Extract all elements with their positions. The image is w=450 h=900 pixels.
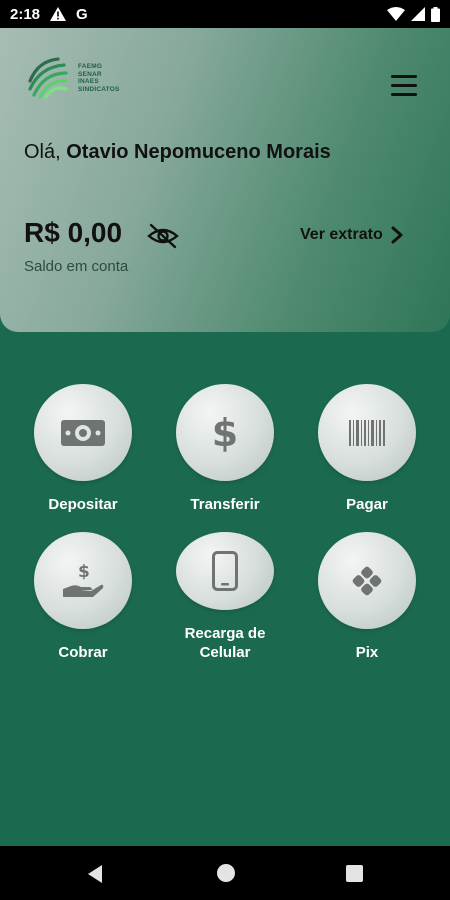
action-pay-label: Pagar — [346, 496, 388, 513]
greeting-prefix: Olá, — [24, 141, 67, 163]
hide-balance-icon[interactable] — [146, 222, 180, 250]
action-transfer-circle: $ — [176, 384, 274, 481]
chevron-right-icon — [391, 226, 403, 244]
action-charge-circle: $ — [34, 532, 132, 629]
brand-logo: FAEMG SENAR INAES SINDICATOS — [24, 54, 144, 102]
greeting: Olá, Otavio Nepomuceno Morais — [24, 141, 331, 164]
user-name: Otavio Nepomuceno Morais — [66, 141, 331, 163]
battery-icon — [431, 6, 440, 22]
account-balance: R$ 0,00 — [24, 217, 123, 248]
account-header-card: FAEMG SENAR INAES SINDICATOS Olá, Otavio Ne… — [0, 28, 450, 332]
status-bar: 2:18 G — [0, 0, 450, 28]
menu-button[interactable] — [386, 68, 422, 102]
logo-text: FAEMG SENAR INAES SINDICATOS — [78, 63, 120, 93]
menu-icon-bar — [391, 74, 417, 78]
action-mobile-topup[interactable]: Recarga de Celular — [165, 532, 285, 662]
wifi-icon — [387, 7, 405, 21]
balance-label: Saldo em conta — [24, 258, 129, 275]
action-charge[interactable]: $ Cobrar — [23, 532, 143, 662]
action-pix-label: Pix — [355, 644, 379, 661]
home-icon[interactable] — [217, 864, 235, 882]
view-statement-label: Ver extrato — [300, 226, 383, 243]
action-pay-circle — [318, 384, 416, 481]
status-time: 2:18 — [10, 5, 41, 23]
svg-text:$: $ — [78, 562, 90, 582]
action-pay[interactable]: Pagar — [307, 384, 427, 514]
system-navigation-bar — [0, 846, 450, 900]
menu-icon-bar — [391, 83, 417, 87]
action-pix[interactable]: Pix — [307, 532, 427, 662]
hand-dollar-icon: $ — [63, 562, 104, 597]
phone-icon — [212, 551, 238, 591]
logo-mark-icon — [28, 57, 68, 99]
google-icon: G — [76, 5, 88, 23]
action-deposit-label: Depositar — [48, 496, 118, 513]
action-transfer-label: Transferir — [190, 496, 260, 513]
action-transfer[interactable]: $ Transferir — [165, 384, 285, 514]
action-mobile-topup-label: Recarga de Celular — [184, 625, 266, 661]
action-charge-label: Cobrar — [58, 644, 108, 661]
action-deposit[interactable]: Depositar — [23, 384, 143, 514]
status-left: 2:18 G — [10, 6, 88, 23]
menu-icon-bar — [391, 92, 417, 96]
dollar-icon: $ — [211, 410, 239, 455]
banknote-icon — [61, 419, 105, 446]
signal-icon — [411, 7, 425, 21]
view-statement-link[interactable]: Ver extrato — [300, 222, 403, 248]
recent-apps-icon[interactable] — [346, 865, 363, 882]
action-mobile-topup-circle — [176, 532, 274, 610]
barcode-icon — [349, 419, 385, 446]
status-right — [387, 6, 440, 22]
back-icon[interactable] — [86, 864, 104, 884]
action-pix-circle — [318, 532, 416, 629]
warning-icon — [50, 7, 67, 21]
pix-icon — [352, 566, 382, 595]
action-deposit-circle — [34, 384, 132, 481]
